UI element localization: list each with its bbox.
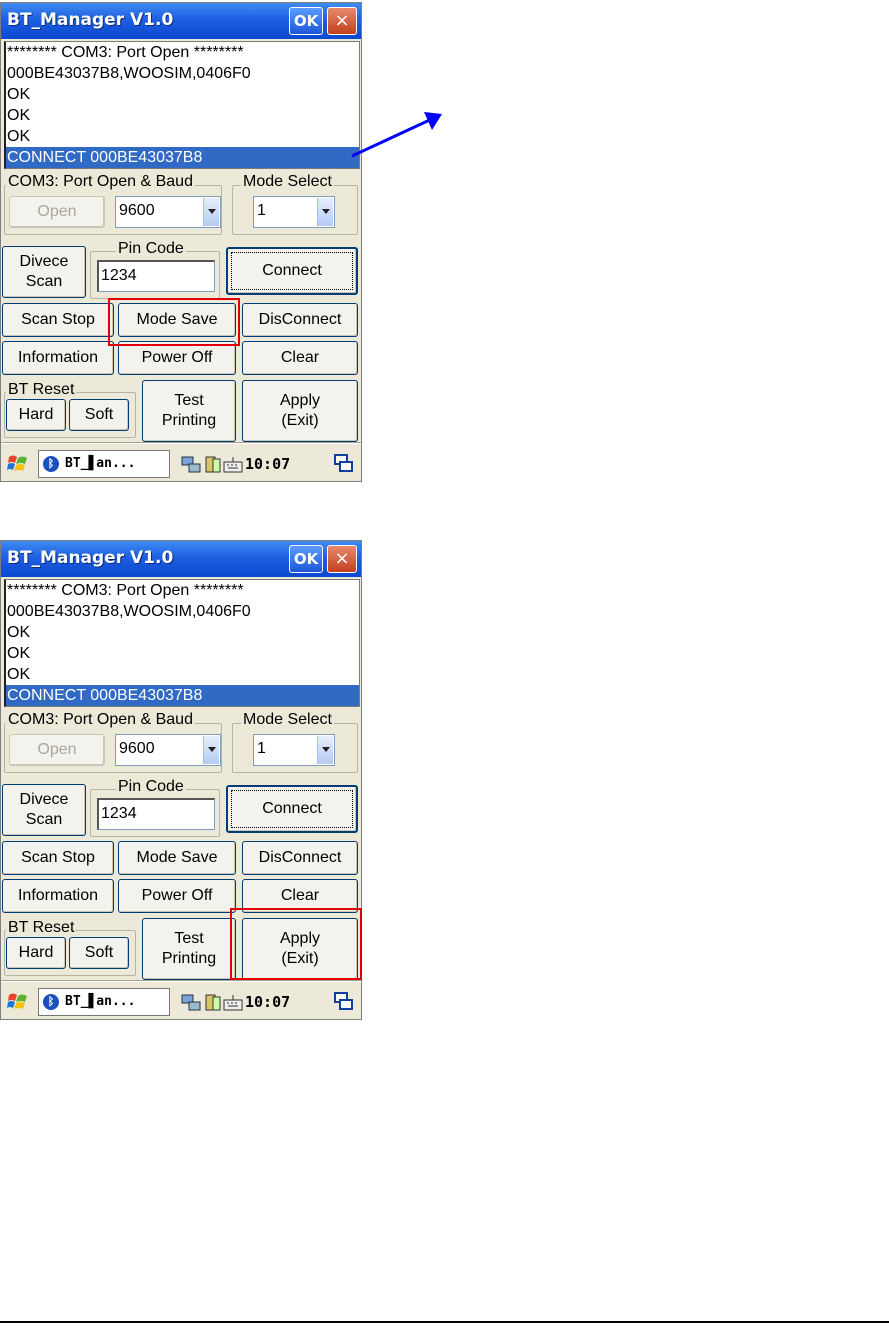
log-line[interactable]: ******** COM3: Port Open ******** (6, 580, 359, 601)
clock[interactable]: 10:07 (245, 454, 290, 474)
keyboard-icon[interactable] (223, 992, 243, 1012)
power-off-button[interactable]: Power Off (118, 879, 236, 913)
apply-exit-button[interactable]: Apply (Exit) (242, 380, 358, 442)
mode-value: 1 (257, 740, 266, 757)
log-line[interactable]: ******** COM3: Port Open ******** (6, 42, 359, 63)
close-button[interactable]: × (327, 545, 357, 573)
clear-button[interactable]: Clear (242, 341, 358, 375)
mode-group-label: Mode Select (241, 173, 334, 191)
chevron-down-icon[interactable] (203, 198, 219, 226)
baud-value: 9600 (119, 740, 155, 757)
information-button[interactable]: Information (2, 341, 114, 375)
scan-stop-button[interactable]: Scan Stop (2, 841, 114, 875)
mode-select[interactable]: 1 (253, 734, 335, 766)
test-printing-button[interactable]: Test Printing (142, 918, 236, 980)
window-tile-icon[interactable] (333, 991, 355, 1013)
apply-exit-highlight (230, 908, 362, 980)
port-group-label: COM3: Port Open & Baud (6, 711, 195, 729)
taskbar-app-button[interactable]: ᛒ BT_▋an... (38, 988, 170, 1016)
mode-save-button[interactable]: Mode Save (118, 841, 236, 875)
port-group-label: COM3: Port Open & Baud (6, 173, 195, 191)
annotation-arrow-icon (351, 112, 442, 158)
pin-group-label: Pin Code (116, 778, 186, 796)
window-title: BT_Manager V1.0 (7, 548, 174, 568)
soft-reset-button[interactable]: Soft (69, 937, 129, 969)
taskbar-app-button[interactable]: ᛒ BT_▋an... (38, 450, 170, 478)
log-line[interactable]: 000BE43037B8,WOOSIM,0406F0 (6, 601, 359, 622)
bluetooth-icon: ᛒ (43, 994, 59, 1010)
ok-button[interactable]: OK (289, 7, 323, 35)
mode-select[interactable]: 1 (253, 196, 335, 228)
device-scan-button[interactable]: Divece Scan (2, 784, 86, 836)
log-line-selected[interactable]: CONNECT 000BE43037B8 (6, 685, 359, 706)
bt-reset-label: BT Reset (6, 919, 77, 937)
close-button[interactable]: × (327, 7, 357, 35)
device-scan-button[interactable]: Divece Scan (2, 246, 86, 298)
log-line[interactable]: 000BE43037B8,WOOSIM,0406F0 (6, 63, 359, 84)
taskbar: ᛒ BT_▋an... 10:07 (1, 443, 361, 481)
keyboard-icon[interactable] (223, 454, 243, 474)
scan-stop-button[interactable]: Scan Stop (2, 303, 114, 337)
taskbar-app-label: BT_▋an... (65, 456, 136, 471)
title-bar: BT_Manager V1.0 OK × (1, 541, 361, 577)
log-line[interactable]: OK (6, 126, 359, 147)
pin-code-input[interactable]: 1234 (97, 798, 215, 830)
taskbar: ᛒ BT_▋an... 10:07 (1, 981, 361, 1019)
window-tile-icon[interactable] (333, 453, 355, 475)
log-line[interactable]: OK (6, 643, 359, 664)
chevron-down-icon[interactable] (317, 736, 333, 764)
pin-code-input[interactable]: 1234 (97, 260, 215, 292)
page-bottom-rule (0, 1321, 889, 1323)
log-listbox[interactable]: ******** COM3: Port Open ******** 000BE4… (4, 579, 360, 707)
baud-select[interactable]: 9600 (115, 196, 221, 228)
windows-start-icon[interactable] (6, 991, 30, 1013)
bt-reset-label: BT Reset (6, 381, 77, 399)
power-off-button[interactable]: Power Off (118, 341, 236, 375)
pin-group-label: Pin Code (116, 240, 186, 258)
mode-value: 1 (257, 202, 266, 219)
soft-reset-button[interactable]: Soft (69, 399, 129, 431)
network-icon[interactable] (181, 454, 201, 474)
hard-reset-button[interactable]: Hard (6, 937, 66, 969)
disconnect-button[interactable]: DisConnect (242, 841, 358, 875)
log-line[interactable]: OK (6, 664, 359, 685)
hard-reset-button[interactable]: Hard (6, 399, 66, 431)
taskbar-app-label: BT_▋an... (65, 994, 136, 1009)
open-button[interactable]: Open (9, 734, 105, 766)
open-button[interactable]: Open (9, 196, 105, 228)
connect-button[interactable]: Connect (226, 247, 358, 295)
chevron-down-icon[interactable] (203, 736, 219, 764)
log-line[interactable]: OK (6, 105, 359, 126)
windows-start-icon[interactable] (6, 453, 30, 475)
connect-button[interactable]: Connect (226, 785, 358, 833)
mode-group-label: Mode Select (241, 711, 334, 729)
bluetooth-icon: ᛒ (43, 456, 59, 472)
log-line[interactable]: OK (6, 622, 359, 643)
test-printing-button[interactable]: Test Printing (142, 380, 236, 442)
information-button[interactable]: Information (2, 879, 114, 913)
title-bar: BT_Manager V1.0 OK × (1, 3, 361, 39)
mode-save-highlight (108, 298, 240, 346)
disconnect-button[interactable]: DisConnect (242, 303, 358, 337)
baud-select[interactable]: 9600 (115, 734, 221, 766)
window-title: BT_Manager V1.0 (7, 10, 174, 30)
log-line[interactable]: OK (6, 84, 359, 105)
ok-button[interactable]: OK (289, 545, 323, 573)
baud-value: 9600 (119, 202, 155, 219)
network-icon[interactable] (181, 992, 201, 1012)
log-listbox[interactable]: ******** COM3: Port Open ******** 000BE4… (4, 41, 360, 169)
screenshot-1: BT_Manager V1.0 OK × ******** COM3: Port… (0, 2, 362, 482)
chevron-down-icon[interactable] (317, 198, 333, 226)
battery-icon[interactable] (203, 992, 223, 1012)
battery-icon[interactable] (203, 454, 223, 474)
clock[interactable]: 10:07 (245, 992, 290, 1012)
log-line-selected[interactable]: CONNECT 000BE43037B8 (6, 147, 359, 168)
